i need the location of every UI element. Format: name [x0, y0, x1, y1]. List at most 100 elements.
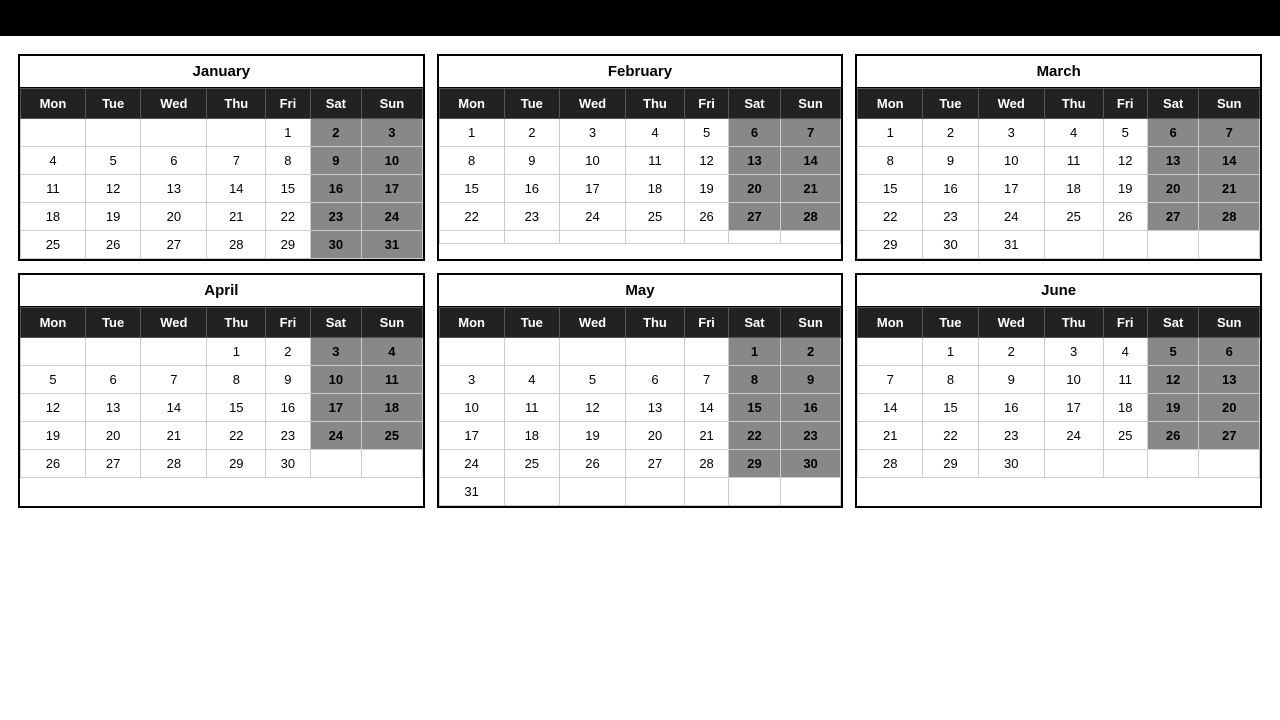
- day-cell: 27: [141, 231, 207, 259]
- day-cell: [1103, 231, 1147, 259]
- month-block-february: FebruaryMonTueWedThuFriSatSun12345678910…: [437, 54, 844, 261]
- day-header-thu: Thu: [1044, 89, 1103, 119]
- month-table: MonTueWedThuFriSatSun1234567891011121314…: [857, 307, 1260, 478]
- day-cell: 9: [923, 147, 979, 175]
- day-cell: 27: [85, 450, 141, 478]
- day-cell: 4: [625, 119, 684, 147]
- day-cell: [310, 450, 362, 478]
- day-cell: [625, 478, 684, 506]
- day-cell: 25: [625, 203, 684, 231]
- month-table: MonTueWedThuFriSatSun1234567891011121314…: [857, 88, 1260, 259]
- day-cell: 23: [310, 203, 362, 231]
- month-title: January: [20, 56, 423, 88]
- day-cell: 27: [729, 203, 781, 231]
- day-cell: 1: [439, 119, 504, 147]
- day-cell: [625, 338, 684, 366]
- day-cell: 18: [504, 422, 560, 450]
- day-cell: 26: [1103, 203, 1147, 231]
- day-cell: 3: [978, 119, 1044, 147]
- day-header-thu: Thu: [207, 308, 266, 338]
- day-cell: 2: [978, 338, 1044, 366]
- day-cell: 16: [978, 394, 1044, 422]
- day-cell: 18: [21, 203, 86, 231]
- day-header-tue: Tue: [923, 89, 979, 119]
- day-cell: 8: [923, 366, 979, 394]
- day-cell: 31: [362, 231, 423, 259]
- day-cell: 16: [504, 175, 560, 203]
- day-cell: 19: [85, 203, 141, 231]
- day-cell: 22: [266, 203, 310, 231]
- day-cell: [141, 119, 207, 147]
- day-cell: 4: [1103, 338, 1147, 366]
- day-cell: 20: [141, 203, 207, 231]
- day-cell: 29: [207, 450, 266, 478]
- day-cell: 8: [439, 147, 504, 175]
- day-cell: 3: [560, 119, 626, 147]
- day-cell: 3: [310, 338, 362, 366]
- day-cell: 30: [780, 450, 841, 478]
- day-header-fri: Fri: [684, 89, 728, 119]
- day-cell: 19: [560, 422, 626, 450]
- day-cell: 3: [439, 366, 504, 394]
- day-cell: 27: [625, 450, 684, 478]
- day-cell: 11: [625, 147, 684, 175]
- day-cell: 30: [266, 450, 310, 478]
- day-cell: 11: [362, 366, 423, 394]
- day-cell: 14: [780, 147, 841, 175]
- day-cell: 31: [439, 478, 504, 506]
- day-cell: 21: [858, 422, 923, 450]
- day-cell: 22: [729, 422, 781, 450]
- day-cell: 6: [729, 119, 781, 147]
- day-cell: 17: [560, 175, 626, 203]
- month-table: MonTueWedThuFriSatSun1234567891011121314…: [20, 88, 423, 259]
- day-header-sat: Sat: [1147, 89, 1199, 119]
- day-cell: 1: [266, 119, 310, 147]
- day-header-tue: Tue: [85, 89, 141, 119]
- month-title: May: [439, 275, 842, 307]
- day-cell: 19: [1103, 175, 1147, 203]
- day-cell: 29: [266, 231, 310, 259]
- day-cell: 15: [266, 175, 310, 203]
- day-cell: 15: [923, 394, 979, 422]
- day-cell: [1147, 231, 1199, 259]
- day-header-sun: Sun: [780, 308, 841, 338]
- day-cell: [625, 231, 684, 244]
- day-cell: 16: [780, 394, 841, 422]
- day-cell: 7: [858, 366, 923, 394]
- day-cell: 19: [1147, 394, 1199, 422]
- day-cell: 28: [858, 450, 923, 478]
- day-header-fri: Fri: [684, 308, 728, 338]
- day-header-wed: Wed: [978, 89, 1044, 119]
- day-cell: [207, 119, 266, 147]
- day-cell: 22: [207, 422, 266, 450]
- month-title: June: [857, 275, 1260, 307]
- day-cell: 30: [923, 231, 979, 259]
- day-cell: 24: [1044, 422, 1103, 450]
- day-cell: [729, 478, 781, 506]
- day-cell: [439, 338, 504, 366]
- day-header-tue: Tue: [504, 308, 560, 338]
- day-cell: 13: [625, 394, 684, 422]
- day-cell: [504, 478, 560, 506]
- month-block-april: AprilMonTueWedThuFriSatSun12345678910111…: [18, 273, 425, 508]
- day-cell: 9: [310, 147, 362, 175]
- day-cell: [362, 450, 423, 478]
- day-cell: 7: [1199, 119, 1260, 147]
- day-cell: 12: [684, 147, 728, 175]
- day-cell: 21: [207, 203, 266, 231]
- day-cell: 5: [1147, 338, 1199, 366]
- day-cell: [1147, 450, 1199, 478]
- day-cell: 23: [923, 203, 979, 231]
- day-cell: 10: [310, 366, 362, 394]
- day-cell: 21: [1199, 175, 1260, 203]
- day-header-thu: Thu: [1044, 308, 1103, 338]
- day-cell: 8: [266, 147, 310, 175]
- day-cell: 6: [1147, 119, 1199, 147]
- day-cell: 20: [1199, 394, 1260, 422]
- day-cell: 12: [85, 175, 141, 203]
- month-title: February: [439, 56, 842, 88]
- day-cell: [141, 338, 207, 366]
- day-cell: 20: [1147, 175, 1199, 203]
- day-cell: 17: [1044, 394, 1103, 422]
- day-cell: 12: [21, 394, 86, 422]
